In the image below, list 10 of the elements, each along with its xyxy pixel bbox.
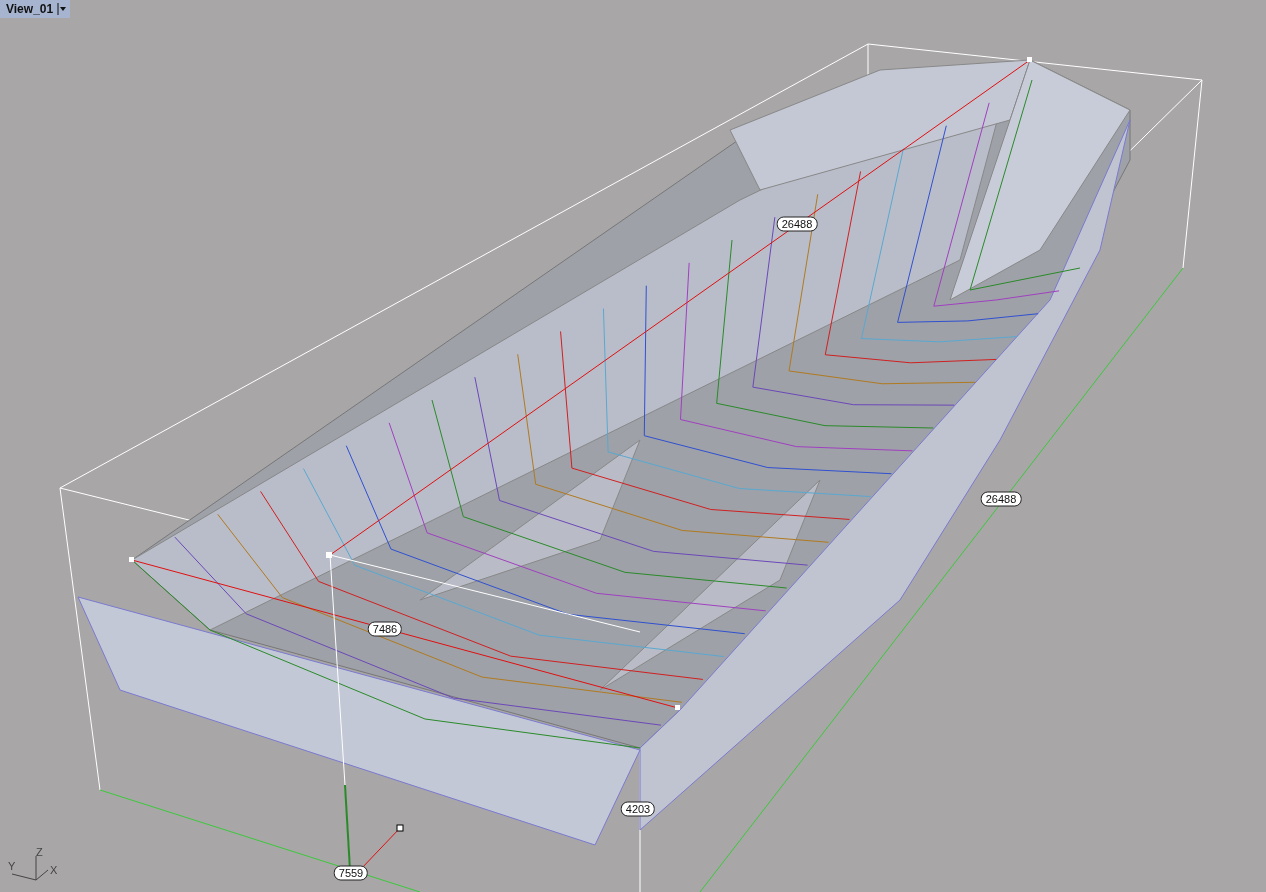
dimension-label: 26488	[980, 491, 1022, 507]
viewport-title: View_01	[6, 2, 54, 16]
axis-label: Z	[36, 846, 43, 858]
dimension-label: 4203	[620, 801, 656, 817]
dropdown-caret-icon[interactable]	[57, 3, 67, 15]
axis-label: Y	[8, 860, 16, 872]
viewport-tab[interactable]: View_01	[0, 0, 71, 18]
dimension-label: 7559	[333, 865, 369, 881]
dimension-label: 26488	[776, 216, 818, 232]
axis-label: X	[50, 864, 58, 876]
